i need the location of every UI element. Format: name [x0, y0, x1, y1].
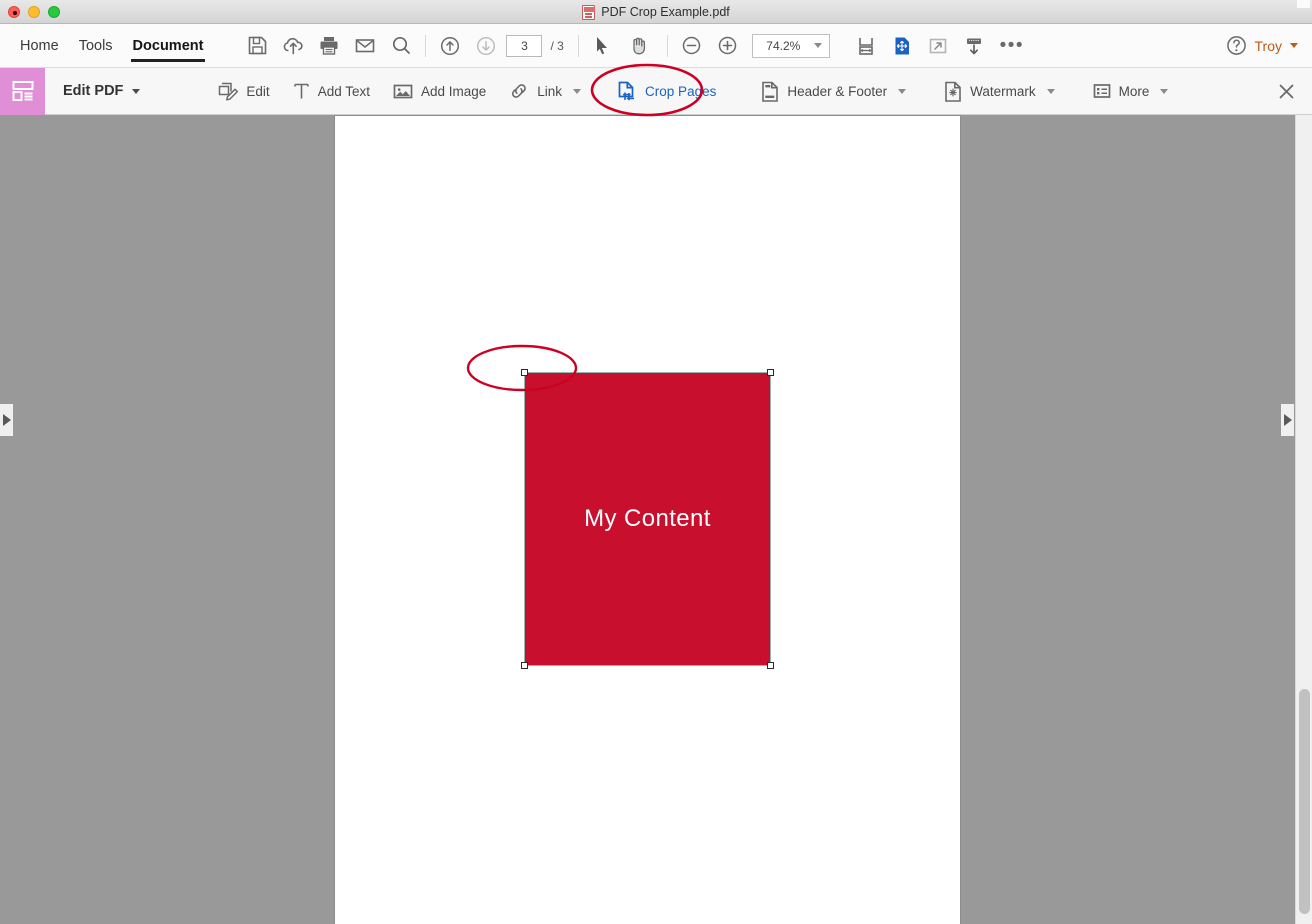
tool-more[interactable]: More — [1081, 68, 1187, 115]
document-viewer[interactable]: My Content — [0, 115, 1312, 924]
overflow-menu-label: ••• — [999, 34, 1025, 56]
tool-add-image-label: Add Image — [420, 83, 487, 99]
chevron-down-icon — [1046, 88, 1055, 94]
edit-pdf-mode-button[interactable]: Edit PDF — [63, 83, 147, 99]
content-box-label: My Content — [584, 505, 711, 532]
tool-add-text-label: Add Text — [317, 83, 370, 99]
chevron-down-icon — [898, 88, 907, 94]
link-chain-icon — [508, 80, 530, 102]
tool-watermark[interactable]: Watermark — [932, 68, 1073, 115]
add-image-icon — [392, 80, 414, 102]
email-icon[interactable] — [347, 28, 383, 64]
pdf-file-icon — [582, 4, 596, 20]
tab-home[interactable]: Home — [10, 24, 69, 68]
arrow-up-circle-icon[interactable] — [432, 28, 468, 64]
edit-pdf-panel-icon[interactable] — [0, 67, 45, 115]
cloud-upload-icon[interactable] — [275, 28, 311, 64]
fit-page-icon[interactable] — [884, 28, 920, 64]
pdf-editor-window: PDF Crop Example.pdf Home Tools Document — [0, 0, 1312, 924]
user-menu-button[interactable]: Troy — [1255, 38, 1312, 54]
crop-pages-icon — [616, 80, 638, 103]
page-number-input[interactable]: 3 — [506, 34, 543, 57]
tool-add-image[interactable]: Add Image — [381, 68, 497, 115]
download-ruler-icon[interactable] — [956, 28, 992, 64]
edit-pdf-mode-label: Edit PDF — [63, 83, 124, 99]
chevron-down-icon — [132, 88, 141, 94]
arrow-down-circle-icon[interactable] — [468, 28, 504, 64]
toolbar-divider-2 — [577, 34, 579, 57]
expand-view-icon[interactable] — [920, 28, 956, 64]
more-list-icon — [1092, 81, 1112, 101]
chevron-down-icon — [573, 88, 582, 94]
zoom-in-icon[interactable] — [710, 28, 746, 64]
tab-tools[interactable]: Tools — [69, 24, 123, 68]
add-text-icon — [292, 80, 311, 102]
expand-left-panel-icon[interactable] — [0, 404, 13, 436]
tool-more-label: More — [1118, 83, 1150, 99]
tab-document[interactable]: Document — [123, 24, 214, 68]
tool-edit-label: Edit — [246, 83, 270, 99]
watermark-icon — [943, 80, 963, 103]
resize-handle-bottom-right[interactable] — [767, 662, 774, 669]
select-cursor-icon[interactable] — [585, 28, 621, 64]
resize-handle-top-left[interactable] — [521, 369, 528, 376]
save-icon[interactable] — [239, 28, 275, 64]
resize-handle-bottom-left[interactable] — [521, 662, 528, 669]
tool-watermark-label: Watermark — [970, 83, 1036, 99]
tool-crop-pages-label: Crop Pages — [645, 83, 717, 99]
search-icon[interactable] — [383, 28, 419, 64]
tool-link[interactable]: Link — [497, 68, 599, 115]
scrollbar-top-cap — [1297, 0, 1310, 8]
window-title: PDF Crop Example.pdf — [601, 5, 730, 19]
chevron-down-icon — [1290, 43, 1298, 48]
zoom-level-select[interactable]: 74.2% — [751, 33, 830, 58]
zoom-level-value: 74.2% — [766, 38, 801, 53]
hand-tool-icon[interactable] — [621, 28, 657, 64]
tool-header-footer-label: Header & Footer — [787, 83, 888, 99]
main-toolbar: Home Tools Document 3 / 3 74.2% ••• Troy — [0, 24, 1312, 68]
tool-header-footer[interactable]: Header & Footer — [749, 68, 924, 115]
print-icon[interactable] — [311, 28, 347, 64]
edit-pdf-toolbar: Edit PDF Edit Add Text Add Image Link Cr… — [0, 67, 1312, 115]
user-name-label: Troy — [1254, 37, 1282, 54]
window-titlebar: PDF Crop Example.pdf — [0, 0, 1312, 24]
toolbar-divider-3 — [666, 34, 668, 57]
expand-right-panel-icon[interactable] — [1281, 404, 1294, 436]
scrollbar-thumb[interactable] — [1299, 689, 1310, 914]
chevron-down-icon — [1160, 88, 1169, 94]
window-title-group: PDF Crop Example.pdf — [0, 0, 1312, 24]
help-circle-icon[interactable] — [1219, 28, 1255, 64]
content-box[interactable]: My Content — [521, 369, 774, 669]
vertical-scrollbar[interactable] — [1295, 115, 1312, 924]
tool-link-label: Link — [537, 83, 563, 99]
zoom-out-icon[interactable] — [674, 28, 710, 64]
fit-width-icon[interactable] — [848, 28, 884, 64]
tool-edit[interactable]: Edit — [205, 68, 280, 115]
tool-crop-pages[interactable]: Crop Pages — [605, 68, 727, 115]
header-footer-icon — [760, 80, 780, 103]
page-total-label: / 3 — [550, 38, 564, 53]
resize-handle-top-right[interactable] — [767, 369, 774, 376]
toolbar-divider — [425, 34, 427, 57]
close-icon[interactable] — [1274, 79, 1298, 103]
chevron-down-icon — [813, 43, 822, 48]
tool-add-text[interactable]: Add Text — [281, 68, 381, 115]
pdf-page[interactable]: My Content — [335, 116, 960, 924]
overflow-menu-button[interactable]: ••• — [992, 28, 1032, 64]
edit-pencil-icon — [216, 80, 239, 102]
